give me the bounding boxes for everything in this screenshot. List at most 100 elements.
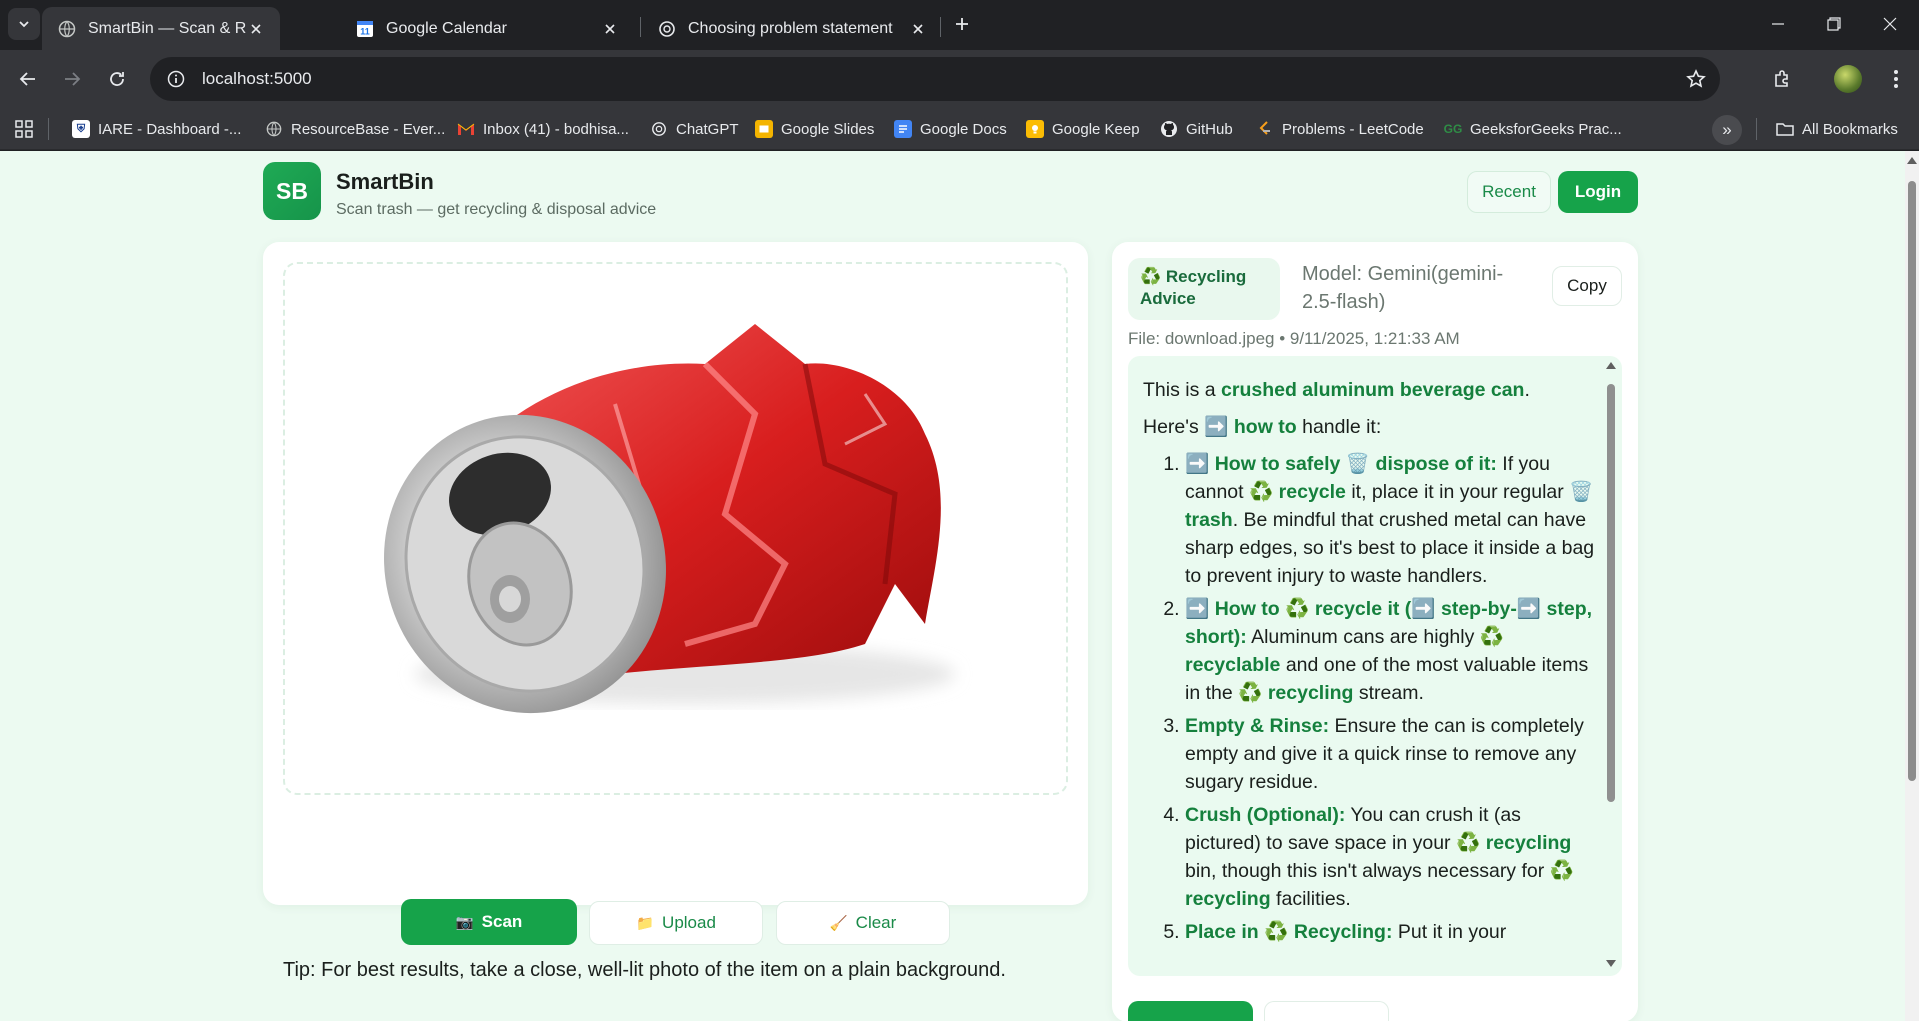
tab-separator xyxy=(940,17,941,37)
recycle-icon: ♻️ xyxy=(1248,481,1274,503)
bookmark-star-icon[interactable] xyxy=(1684,67,1708,91)
globe-icon xyxy=(265,120,283,138)
leetcode-icon xyxy=(1256,120,1274,138)
crushed-can-image xyxy=(384,324,955,714)
forward-button[interactable] xyxy=(56,63,88,95)
tip-text: Tip: For best results, take a close, wel… xyxy=(283,959,1006,981)
bookmark-resourcebase[interactable]: ResourceBase - Ever... xyxy=(265,116,445,142)
scan-button[interactable]: 📷 Scan xyxy=(401,899,577,945)
docs-icon xyxy=(894,120,912,138)
calendar-icon: 11 xyxy=(356,20,374,38)
site-info-icon[interactable] xyxy=(156,61,196,97)
arrow-left-icon xyxy=(19,72,35,86)
profile-avatar[interactable] xyxy=(1834,65,1862,93)
list-item: Place in ♻️ Recycling: Put it in your xyxy=(1185,918,1598,946)
advice-scrollbar[interactable] xyxy=(1604,358,1618,970)
app-name: SmartBin xyxy=(336,169,434,194)
copy-button[interactable]: Copy xyxy=(1552,266,1622,306)
tab-search-button[interactable] xyxy=(8,8,40,40)
chatgpt-icon xyxy=(650,120,668,138)
tab-smartbin[interactable]: SmartBin — Scan & Recycle xyxy=(42,7,280,50)
bookmark-chatgpt[interactable]: ChatGPT xyxy=(650,116,739,142)
minimize-button[interactable] xyxy=(1750,0,1806,48)
kebab-menu-icon xyxy=(1894,70,1898,88)
login-button[interactable]: Login xyxy=(1558,171,1638,213)
restore-button[interactable] xyxy=(1806,0,1862,48)
image-preview[interactable] xyxy=(283,262,1068,795)
svg-text:11: 11 xyxy=(360,26,370,36)
tab-calendar-close[interactable] xyxy=(600,7,620,50)
gfg-icon: GG xyxy=(1443,122,1463,136)
tab-google-calendar[interactable]: 11 Google Calendar - September 2 xyxy=(342,7,524,50)
recycle-icon: ♻️ xyxy=(1285,598,1310,620)
arrow-right-icon: ➡️ xyxy=(1185,453,1210,475)
list-item: ➡️ How to ♻️ recycle it (➡️ step-by-➡️ s… xyxy=(1185,595,1598,707)
address-bar[interactable]: localhost:5000 xyxy=(150,57,1720,101)
close-icon[interactable] xyxy=(600,19,620,39)
page-scrollbar[interactable] xyxy=(1905,151,1919,1021)
close-icon[interactable] xyxy=(246,19,266,39)
restore-icon xyxy=(1827,17,1841,31)
folder-icon: 📁 xyxy=(636,915,655,932)
bookmark-google-docs[interactable]: Google Docs xyxy=(894,116,1007,142)
extensions-button[interactable] xyxy=(1766,63,1798,95)
puzzle-icon xyxy=(1775,70,1788,87)
reload-icon xyxy=(110,72,124,86)
divider xyxy=(1756,118,1757,140)
recycle-icon: ♻️ xyxy=(1238,682,1263,704)
url-text[interactable]: localhost:5000 xyxy=(202,69,312,89)
upload-button[interactable]: 📁 Upload xyxy=(589,901,763,945)
bookmarks-bar: ⛨ IARE - Dashboard -... ResourceBase - E… xyxy=(0,108,1919,150)
scroll-up-icon[interactable] xyxy=(1605,360,1617,370)
recycle-icon: ♻️ xyxy=(1549,860,1574,882)
bookmark-iare[interactable]: ⛨ IARE - Dashboard -... xyxy=(72,116,241,142)
scrollbar-thumb[interactable] xyxy=(1607,384,1615,802)
tab-title: Google Calendar - September 2 xyxy=(386,19,510,37)
bookmark-google-slides[interactable]: Google Slides xyxy=(755,116,874,142)
list-item: Empty & Rinse: Ensure the can is complet… xyxy=(1185,712,1598,796)
close-icon xyxy=(1883,17,1897,31)
trash-icon: 🗑️ xyxy=(1569,481,1594,503)
browser-toolbar: localhost:5000 xyxy=(0,50,1919,108)
bookmark-gmail[interactable]: Inbox (41) - bodhisa... xyxy=(457,116,629,142)
more-bookmarks-button[interactable]: » xyxy=(1712,115,1742,145)
recent-button[interactable]: Recent xyxy=(1467,171,1551,213)
primary-action-button[interactable] xyxy=(1128,1001,1253,1021)
browser-menu-button[interactable] xyxy=(1880,63,1912,95)
iare-icon: ⛨ xyxy=(72,120,90,138)
bookmark-geeksforgeeks[interactable]: GG GeeksforGeeks Prac... xyxy=(1444,116,1622,142)
tab-chatgpt[interactable]: Choosing problem statement xyxy=(642,7,942,50)
close-icon[interactable] xyxy=(908,19,928,39)
arrow-right-icon: ➡️ xyxy=(1516,598,1542,620)
advice-steps: ➡️ How to safely 🗑️ dispose of it: If yo… xyxy=(1143,450,1598,946)
scrollbar-thumb[interactable] xyxy=(1908,181,1916,781)
new-tab-button[interactable] xyxy=(948,10,976,38)
chevron-down-icon xyxy=(19,21,29,28)
bookmark-github[interactable]: GitHub xyxy=(1160,116,1233,142)
file-info: File: download.jpeg • 9/11/2025, 1:21:33… xyxy=(1128,329,1460,348)
bookmark-google-keep[interactable]: Google Keep xyxy=(1026,116,1140,142)
scroll-down-icon[interactable] xyxy=(1605,958,1617,968)
all-bookmarks-button[interactable]: All Bookmarks xyxy=(1776,116,1898,142)
slides-icon xyxy=(755,120,773,138)
divider xyxy=(48,118,49,140)
scroll-up-icon[interactable] xyxy=(1907,155,1917,165)
secondary-action-button[interactable] xyxy=(1264,1001,1389,1021)
trash-icon: 🗑️ xyxy=(1345,453,1371,475)
back-button[interactable] xyxy=(12,63,44,95)
bookmark-leetcode[interactable]: Problems - LeetCode xyxy=(1256,116,1424,142)
recycle-icon: ♻️ xyxy=(1140,267,1162,286)
camera-icon: 📷 xyxy=(455,914,474,931)
app-logo: SB xyxy=(263,162,321,220)
advice-panel[interactable]: This is a crushed aluminum beverage can.… xyxy=(1128,356,1622,976)
tab-separator xyxy=(640,17,641,37)
list-item: Crush (Optional): You can crush it (as p… xyxy=(1185,801,1598,913)
close-window-button[interactable] xyxy=(1862,0,1918,48)
clear-button[interactable]: 🧹 Clear xyxy=(776,901,950,945)
arrow-right-icon: ➡️ xyxy=(1411,598,1436,620)
recycle-icon: ♻️ xyxy=(1455,832,1481,854)
tab-strip: SmartBin — Scan & Recycle 11 Google Cale… xyxy=(0,0,1919,50)
plus-icon xyxy=(956,18,968,30)
apps-grid-icon[interactable] xyxy=(12,117,36,141)
reload-button[interactable] xyxy=(101,63,133,95)
